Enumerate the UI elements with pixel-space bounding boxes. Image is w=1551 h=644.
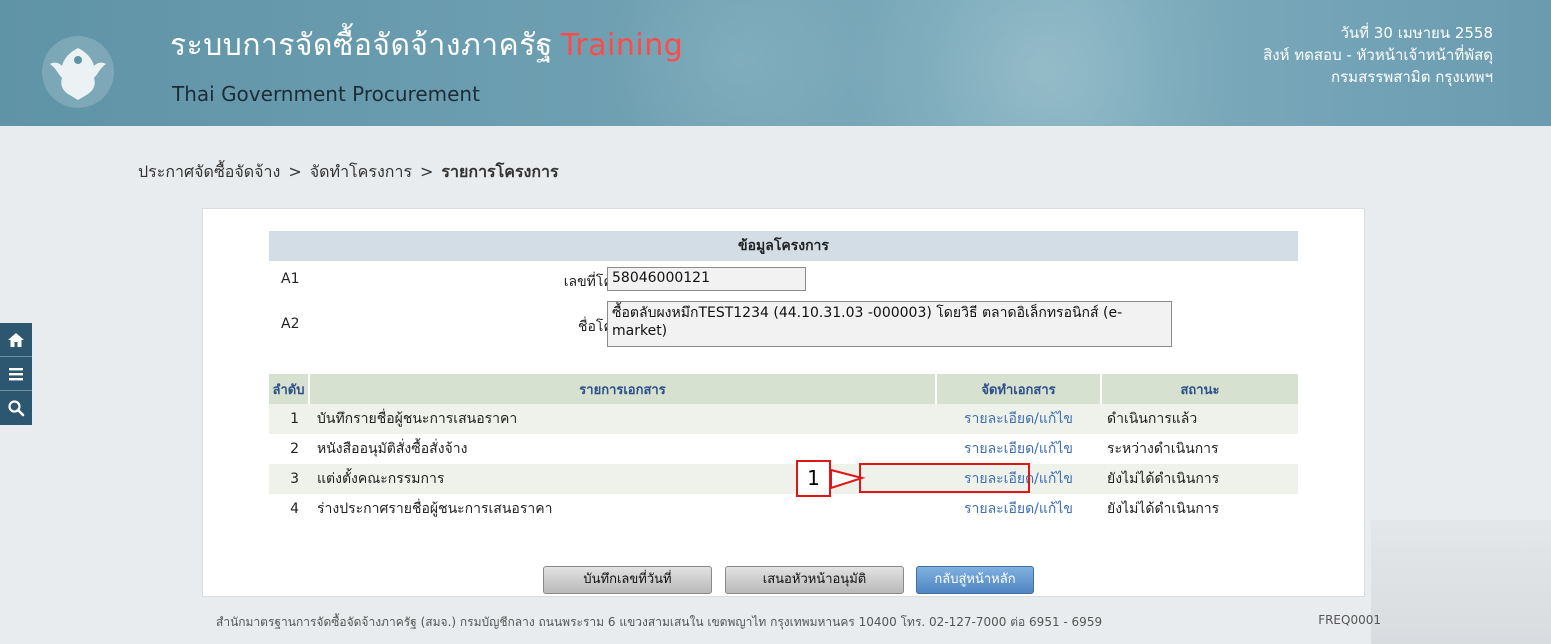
row-number: 4	[269, 494, 309, 524]
document-status: ระหว่างดำเนินการ	[1101, 434, 1298, 464]
row-number: 3	[269, 464, 309, 494]
table-row: 2 หนังสืออนุมัติสั่งซื้อสั่งจ้าง รายละเอ…	[269, 434, 1298, 464]
back-to-main-button[interactable]: กลับสู่หน้าหลัก	[916, 566, 1034, 594]
garuda-logo-icon	[42, 36, 114, 108]
table-header-row: ลำดับ รายการเอกสาร จัดทำเอกสาร สถานะ	[269, 374, 1298, 404]
row-number: 2	[269, 434, 309, 464]
column-header-action: จัดทำเอกสาร	[936, 374, 1102, 404]
column-header-document: รายการเอกสาร	[309, 374, 937, 404]
table-row: 1 บันทึกรายชื่อผู้ชนะการเสนอราคา รายละเอ…	[269, 404, 1298, 434]
app-header: ระบบการจัดซื้อจัดจ้างภาครัฐ Training Thai…	[0, 0, 1551, 126]
project-number-field: 58046000121	[607, 267, 806, 291]
document-status: ยังไม่ได้ดำเนินการ	[1101, 494, 1298, 524]
project-number-row: A1 เลขที่โครงการ 58046000121	[269, 267, 1298, 293]
footer-address: สำนักมาตรฐานการจัดซื้อจัดจ้างภาครัฐ (สมจ…	[216, 615, 1103, 629]
breadcrumb-separator: >	[288, 162, 302, 181]
column-header-status: สถานะ	[1101, 374, 1298, 404]
project-name-field: ซื้อตลับผงหมึกTEST1234 (44.10.31.03 -000…	[607, 301, 1172, 347]
details-edit-link[interactable]: รายละเอียด/แก้ไข	[964, 411, 1073, 427]
details-edit-link[interactable]: รายละเอียด/แก้ไข	[964, 501, 1073, 517]
background-decoration	[1371, 520, 1551, 644]
table-row: 4 ร่างประกาศรายชื่อผู้ชนะการเสนอราคา ราย…	[269, 494, 1298, 524]
annotation-highlight	[859, 463, 1030, 493]
training-label: Training	[560, 28, 684, 63]
app-title-text: ระบบการจัดซื้อจัดจ้างภาครัฐ	[170, 28, 553, 63]
menu-button[interactable]	[0, 357, 32, 391]
column-header-no: ลำดับ	[269, 374, 310, 404]
document-status: ดำเนินการแล้ว	[1101, 404, 1298, 434]
search-button[interactable]	[0, 391, 32, 425]
document-name: บันทึกรายชื่อผู้ชนะการเสนอราคา	[309, 404, 936, 434]
user-department: กรมสรรพสามิต กรุงเทพฯ	[1331, 68, 1493, 86]
search-icon	[8, 400, 25, 417]
details-edit-link[interactable]: รายละเอียด/แก้ไข	[964, 441, 1073, 457]
action-cell: รายละเอียด/แก้ไข	[936, 404, 1101, 434]
app-title: ระบบการจัดซื้อจัดจ้างภาครัฐ Training	[170, 22, 683, 69]
home-button[interactable]	[0, 323, 32, 357]
save-number-date-button[interactable]: บันทึกเลขที่วันที่	[543, 566, 712, 594]
annotation-label: 1	[796, 460, 831, 497]
app-subtitle: Thai Government Procurement	[172, 82, 480, 106]
row-number: 1	[269, 404, 309, 434]
project-info-header: ข้อมูลโครงการ	[269, 231, 1298, 261]
home-icon	[8, 332, 24, 347]
page-code: FREQ0001	[1318, 613, 1381, 627]
breadcrumb-separator: >	[420, 162, 434, 181]
table-row: 3 แต่งตั้งคณะกรรมการ รายละเอียด/แก้ไข ยั…	[269, 464, 1298, 494]
propose-to-head-button[interactable]: เสนอหัวหน้าอนุมัติ	[725, 566, 904, 594]
document-status: ยังไม่ได้ดำเนินการ	[1101, 464, 1298, 494]
project-name-row: A2 ชื่อโครงการ ซื้อตลับผงหมึกTEST1234 (4…	[269, 301, 1298, 349]
menu-icon	[9, 367, 23, 380]
breadcrumb: ประกาศจัดซื้อจัดจ้าง > จัดทำโครงการ > รายการ…	[138, 160, 559, 185]
action-cell: รายละเอียด/แก้ไข	[936, 434, 1101, 464]
action-cell: รายละเอียด/แก้ไข	[936, 494, 1101, 524]
breadcrumb-item-project-list: รายการโครงการ	[441, 162, 559, 181]
breadcrumb-item-create-project[interactable]: จัดทำโครงการ	[310, 162, 412, 181]
side-toolbar	[0, 323, 32, 425]
breadcrumb-item-announcement[interactable]: ประกาศจัดซื้อจัดจ้าง	[138, 162, 280, 181]
content-panel: ข้อมูลโครงการ A1 เลขที่โครงการ 580460001…	[202, 208, 1365, 597]
user-info: วันที่ 30 เมษายน 2558 สิงห์ ทดสอบ - หัวห…	[1263, 22, 1493, 88]
row-code: A2	[281, 316, 300, 332]
current-date: วันที่ 30 เมษายน 2558	[1340, 24, 1494, 42]
row-code: A1	[281, 271, 300, 287]
user-name-role: สิงห์ ทดสอบ - หัวหน้าเจ้าหน้าที่พัสดุ	[1263, 46, 1493, 64]
documents-table: ลำดับ รายการเอกสาร จัดทำเอกสาร สถานะ 1 บ…	[269, 374, 1298, 524]
